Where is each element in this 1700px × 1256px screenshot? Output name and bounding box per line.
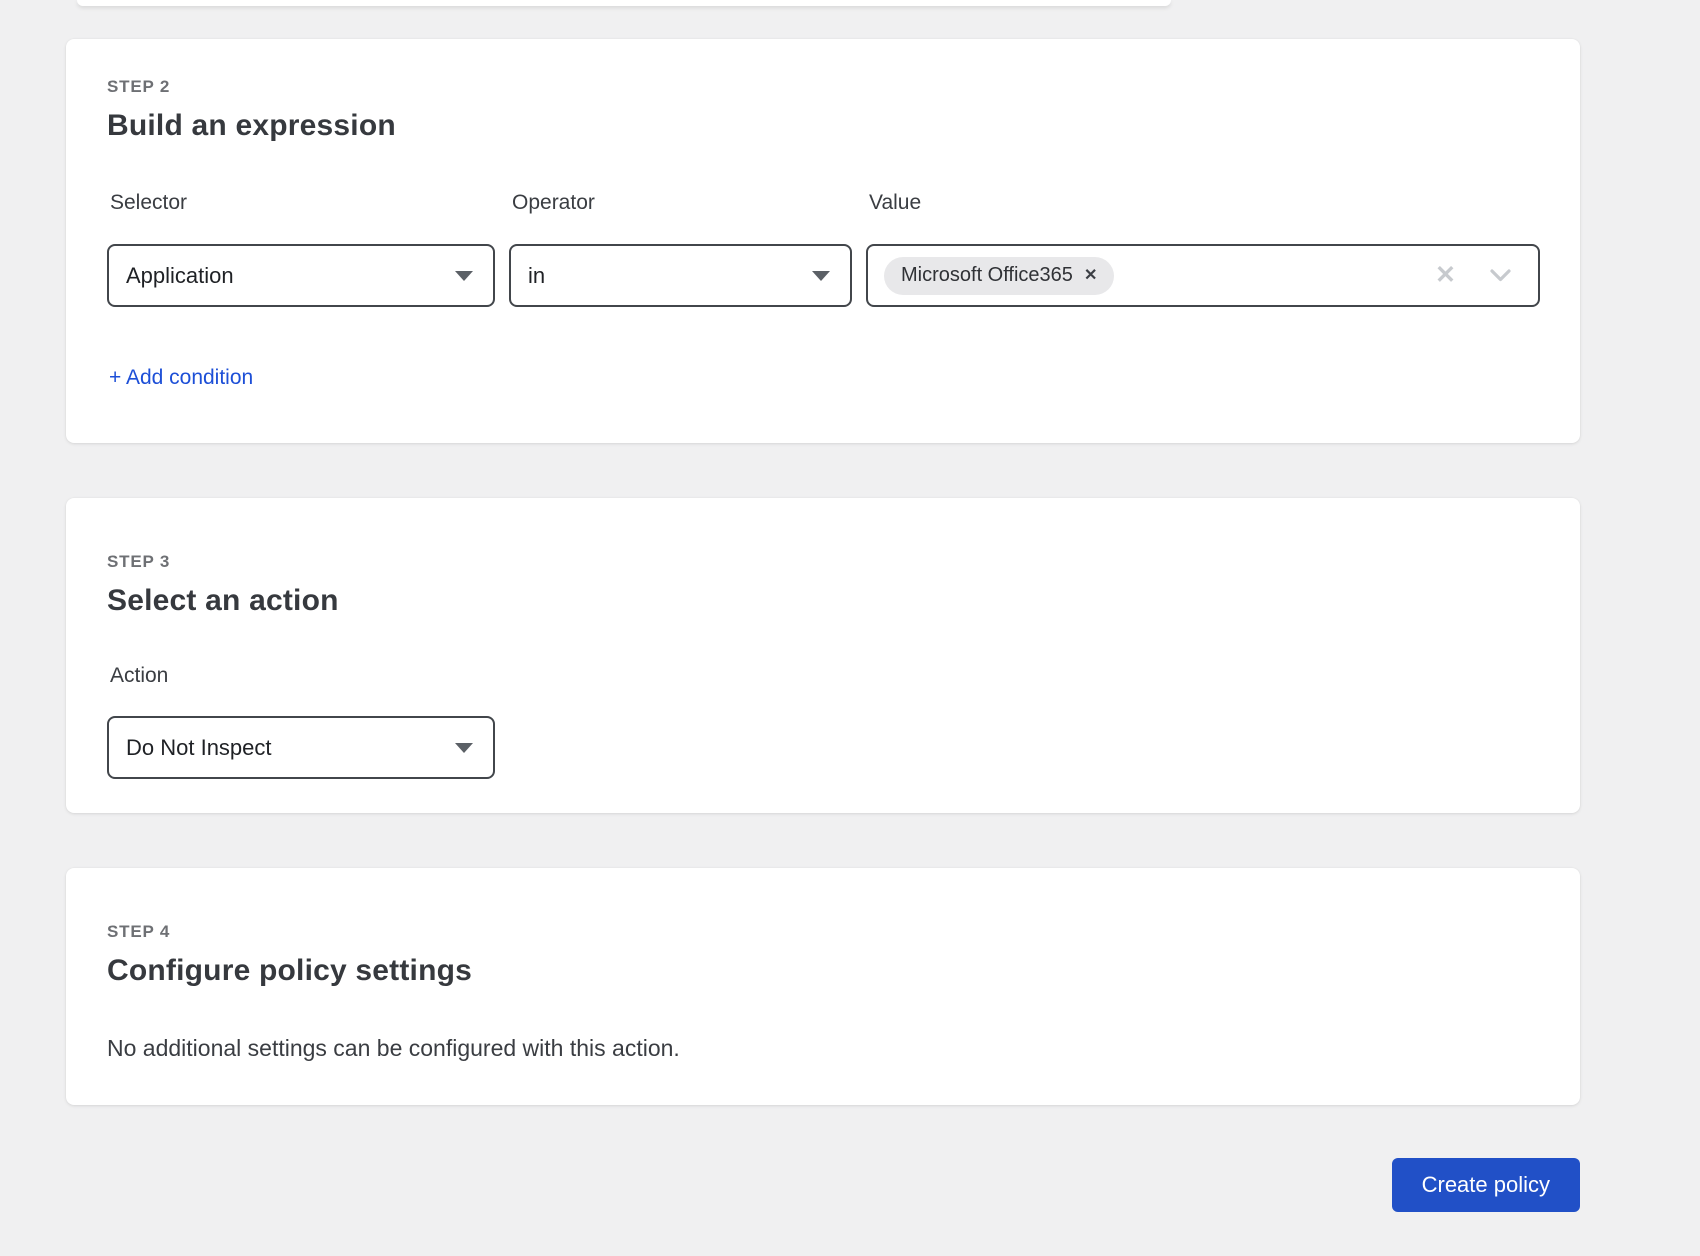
- page-content: STEP 2 Build an expression Selector Appl…: [66, 0, 1580, 1212]
- policy-builder-page: STEP 2 Build an expression Selector Appl…: [0, 0, 1700, 1256]
- operator-dropdown-value: in: [528, 263, 812, 289]
- value-tag: Microsoft Office365 ✕: [884, 257, 1114, 295]
- step4-description: No additional settings can be configured…: [107, 1035, 1540, 1062]
- action-dropdown[interactable]: Do Not Inspect: [107, 716, 495, 779]
- chevron-down-icon[interactable]: [1489, 268, 1512, 283]
- action-field: Action Do Not Inspect: [107, 664, 495, 779]
- action-field-label: Action: [110, 664, 495, 688]
- step4-title: Configure policy settings: [107, 954, 1540, 988]
- operator-dropdown[interactable]: in: [509, 244, 852, 307]
- selector-dropdown-value: Application: [126, 263, 455, 289]
- selector-dropdown[interactable]: Application: [107, 244, 495, 307]
- value-field: Value Microsoft Office365 ✕ ✕: [866, 191, 1540, 307]
- value-multiselect[interactable]: Microsoft Office365 ✕ ✕: [866, 244, 1540, 307]
- step3-card: STEP 3 Select an action Action Do Not In…: [66, 498, 1580, 813]
- dropdown-caret-icon: [812, 271, 830, 281]
- value-tag-text: Microsoft Office365: [901, 264, 1073, 287]
- selector-field-label: Selector: [110, 191, 495, 215]
- step4-label: STEP 4: [107, 922, 1540, 942]
- step2-card: STEP 2 Build an expression Selector Appl…: [66, 39, 1580, 443]
- dropdown-caret-icon: [455, 743, 473, 753]
- step3-title: Select an action: [107, 584, 1540, 618]
- dropdown-caret-icon: [455, 271, 473, 281]
- step2-label: STEP 2: [107, 77, 1540, 97]
- operator-field-label: Operator: [512, 191, 852, 215]
- expression-fields-row: Selector Application Operator in Value: [107, 191, 1540, 307]
- action-dropdown-value: Do Not Inspect: [126, 735, 455, 761]
- add-condition-link[interactable]: + Add condition: [109, 366, 253, 390]
- step4-card: STEP 4 Configure policy settings No addi…: [66, 868, 1580, 1105]
- create-policy-button[interactable]: Create policy: [1392, 1158, 1580, 1212]
- clear-selection-icon[interactable]: ✕: [1435, 263, 1456, 288]
- tag-remove-icon[interactable]: ✕: [1084, 268, 1097, 284]
- selector-field: Selector Application: [107, 191, 495, 307]
- step2-title: Build an expression: [107, 109, 1540, 143]
- step3-label: STEP 3: [107, 552, 1540, 572]
- operator-field: Operator in: [509, 191, 852, 307]
- footer-actions: Create policy: [66, 1158, 1580, 1212]
- value-field-label: Value: [869, 191, 1540, 215]
